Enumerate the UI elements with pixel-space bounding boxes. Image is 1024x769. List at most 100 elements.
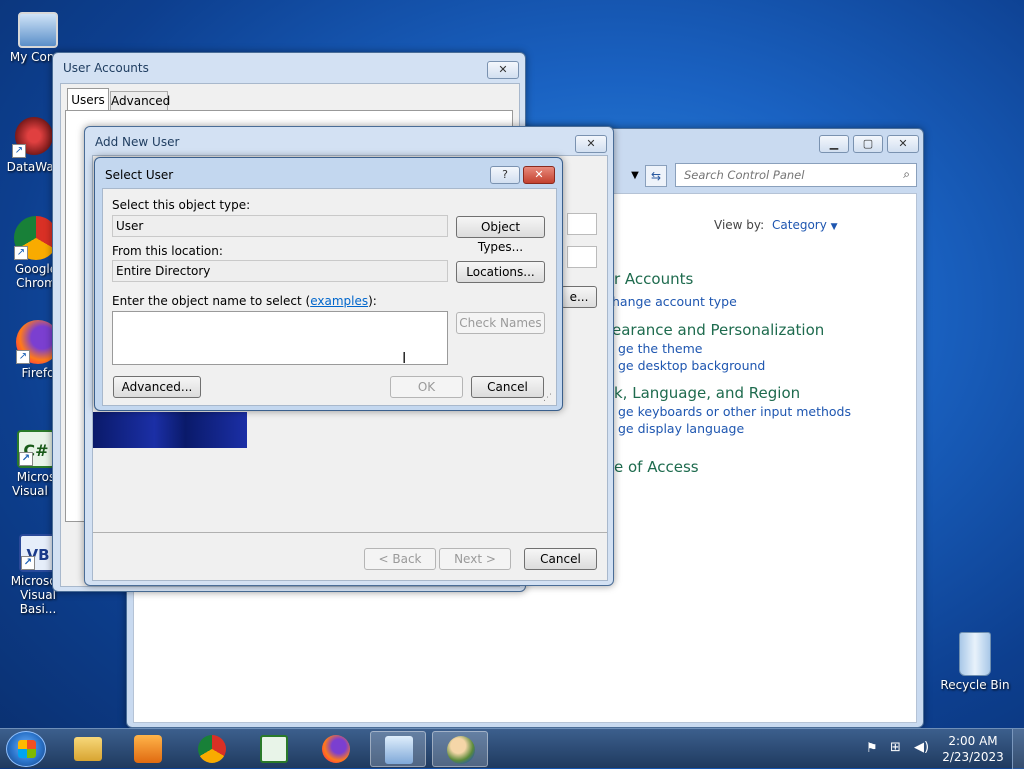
maximize-icon: ▢ bbox=[862, 137, 874, 150]
window-title: User Accounts bbox=[63, 61, 149, 75]
minimize-button[interactable]: ▁ bbox=[819, 135, 849, 153]
windows-logo-icon bbox=[18, 740, 36, 758]
shortcut-arrow-icon: ↗ bbox=[12, 144, 26, 158]
computer-icon bbox=[18, 12, 58, 48]
tab-advanced[interactable]: Advanced bbox=[110, 91, 171, 111]
chevron-down-icon: ▼ bbox=[830, 222, 838, 232]
datawag-icon: ↗ bbox=[12, 114, 56, 158]
taskbar-chrome[interactable] bbox=[184, 731, 240, 767]
ok-button[interactable]: OK bbox=[390, 376, 463, 398]
control-panel-icon bbox=[385, 736, 413, 764]
window-title: Add New User bbox=[95, 135, 180, 149]
taskbar-firefox[interactable] bbox=[308, 731, 364, 767]
back-label: < Back bbox=[378, 552, 422, 566]
desktop-icon-label: Recycle Bin bbox=[940, 678, 1010, 692]
object-types-button[interactable]: Object Types... bbox=[456, 216, 545, 254]
close-icon: ✕ bbox=[498, 63, 508, 76]
cp-link-keyboards[interactable]: ge keyboards or other input methods bbox=[618, 404, 851, 419]
start-button[interactable] bbox=[6, 731, 46, 767]
clock[interactable]: 2:00 AM 2/23/2023 bbox=[940, 733, 1006, 765]
wizard-banner-image bbox=[93, 412, 247, 448]
search-icon[interactable]: ⌕ bbox=[903, 167, 910, 182]
cp-heading-user-accounts[interactable]: r Accounts bbox=[614, 270, 693, 288]
object-type-label: Select this object type: bbox=[112, 198, 251, 212]
csharp-icon: C# ↗ bbox=[17, 430, 55, 468]
wizard-divider bbox=[93, 532, 607, 533]
view-by-label: View by: bbox=[714, 218, 765, 232]
taskbar-media-player[interactable] bbox=[120, 731, 176, 767]
ok-label: OK bbox=[417, 380, 436, 394]
cp-link-display-language[interactable]: ge display language bbox=[618, 421, 744, 436]
location-field: Entire Directory bbox=[112, 260, 448, 282]
back-button[interactable]: < Back bbox=[364, 548, 436, 570]
search-box[interactable]: ⌕ bbox=[675, 163, 917, 187]
cp-heading-appearance[interactable]: earance and Personalization bbox=[612, 321, 824, 339]
close-button[interactable]: ✕ bbox=[523, 166, 555, 184]
media-player-icon bbox=[134, 735, 162, 763]
locations-button[interactable]: Locations... bbox=[456, 261, 545, 283]
dialog-title: Select User bbox=[105, 168, 174, 182]
close-icon: ✕ bbox=[586, 137, 596, 150]
advanced-button[interactable]: Advanced... bbox=[113, 376, 201, 398]
shortcut-arrow-icon: ↗ bbox=[21, 556, 35, 570]
tab-label: Advanced bbox=[111, 94, 171, 108]
cancel-label: Cancel bbox=[540, 552, 581, 566]
firefox-icon bbox=[322, 735, 350, 763]
examples-link[interactable]: examples bbox=[310, 294, 368, 308]
csharp-icon bbox=[260, 735, 288, 763]
close-button[interactable]: ✕ bbox=[487, 61, 519, 79]
shortcut-arrow-icon: ↗ bbox=[16, 350, 30, 364]
cancel-label: Cancel bbox=[487, 380, 528, 394]
cancel-button[interactable]: Cancel bbox=[471, 376, 544, 398]
refresh-button[interactable]: ⇆ bbox=[645, 165, 667, 187]
maximize-button[interactable]: ▢ bbox=[853, 135, 883, 153]
close-button[interactable]: ✕ bbox=[887, 135, 919, 153]
next-button[interactable]: Next > bbox=[439, 548, 511, 570]
volume-icon[interactable]: ◀) bbox=[914, 740, 929, 755]
view-by-value: Category bbox=[772, 218, 827, 232]
cancel-button[interactable]: Cancel bbox=[524, 548, 597, 570]
cp-link-change-theme[interactable]: ge the theme bbox=[618, 341, 702, 356]
close-button[interactable]: ✕ bbox=[575, 135, 607, 153]
side-input-1[interactable] bbox=[567, 213, 597, 235]
location-label: From this location: bbox=[112, 244, 223, 258]
check-names-label: Check Names bbox=[459, 316, 542, 330]
search-input[interactable] bbox=[682, 165, 892, 185]
cp-link-change-account-type[interactable]: hange account type bbox=[612, 294, 737, 309]
tab-users[interactable]: Users bbox=[67, 88, 109, 112]
minimize-icon: ▁ bbox=[829, 137, 839, 150]
show-desktop-button[interactable] bbox=[1012, 729, 1024, 769]
cp-heading-clock-language[interactable]: k, Language, and Region bbox=[614, 384, 800, 402]
taskbar-explorer[interactable] bbox=[60, 731, 116, 767]
network-icon[interactable]: ⊞ bbox=[890, 740, 901, 755]
folder-icon bbox=[74, 737, 102, 761]
recycle-bin-icon bbox=[959, 632, 991, 676]
cp-link-desktop-background[interactable]: ge desktop background bbox=[618, 358, 765, 373]
taskbar-control-panel[interactable] bbox=[370, 731, 426, 767]
dropdown-arrow-icon[interactable]: ▼ bbox=[625, 165, 645, 187]
select-user-dialog: Select User ? ✕ Select this object type:… bbox=[94, 157, 563, 411]
clock-time: 2:00 AM bbox=[948, 734, 998, 748]
browse-button[interactable]: e... bbox=[561, 286, 597, 308]
taskbar-visual-csharp[interactable] bbox=[246, 731, 302, 767]
resize-grip-icon[interactable]: ⋰ bbox=[543, 393, 552, 403]
taskbar-user-accounts[interactable] bbox=[432, 731, 488, 767]
next-label: Next > bbox=[454, 552, 496, 566]
browse-label: e... bbox=[569, 290, 589, 304]
object-name-input[interactable] bbox=[112, 311, 448, 365]
object-types-label: Object Types... bbox=[477, 220, 524, 254]
view-by-dropdown[interactable]: Category ▼ bbox=[772, 218, 838, 232]
desktop-icon-recycle-bin[interactable]: Recycle Bin bbox=[935, 632, 1015, 692]
label-text: ): bbox=[368, 294, 377, 308]
object-type-field: User bbox=[112, 215, 448, 237]
locations-label: Locations... bbox=[466, 265, 535, 279]
check-names-button[interactable]: Check Names bbox=[456, 312, 545, 334]
cp-heading-ease-of-access[interactable]: e of Access bbox=[614, 458, 699, 476]
advanced-label: Advanced... bbox=[121, 380, 193, 394]
shortcut-arrow-icon: ↗ bbox=[19, 452, 33, 466]
side-input-2[interactable] bbox=[567, 246, 597, 268]
help-icon: ? bbox=[502, 168, 508, 181]
action-center-icon[interactable]: ⚑ bbox=[866, 741, 878, 756]
chrome-icon bbox=[198, 735, 226, 763]
help-button[interactable]: ? bbox=[490, 166, 520, 184]
